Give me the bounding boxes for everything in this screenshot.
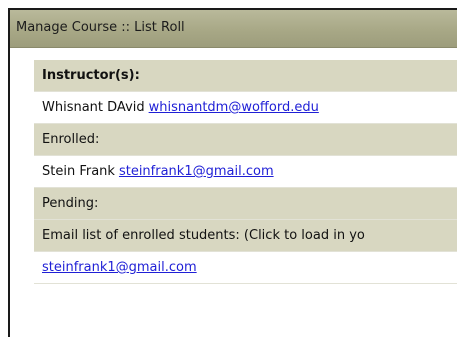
enrolled-heading: Enrolled: (34, 124, 457, 156)
instructor-email-link[interactable]: whisnantdm@wofford.edu (149, 100, 319, 115)
instructors-heading-label: Instructor(s): (42, 68, 140, 83)
instructor-name: Whisnant DAvid (42, 100, 145, 115)
manage-course-panel: Manage Course :: List Roll Instructor(s)… (8, 8, 457, 337)
enrolled-heading-label: Enrolled: (42, 132, 100, 147)
email-list-heading: Email list of enrolled students: (Click … (34, 220, 457, 252)
email-list-heading-label: Email list of enrolled students: (Click … (42, 228, 365, 243)
email-list-link[interactable]: steinfrank1@gmail.com (42, 260, 197, 275)
student-email-link[interactable]: steinfrank1@gmail.com (119, 164, 274, 179)
instructor-row: Whisnant DAvid whisnantdm@wofford.edu (34, 92, 457, 124)
enrolled-student-row: Stein Frank steinfrank1@gmail.com (34, 156, 457, 188)
student-name: Stein Frank (42, 164, 115, 179)
email-list-row: steinfrank1@gmail.com (34, 252, 457, 284)
title-bar: Manage Course :: List Roll (10, 10, 457, 48)
course-roll-list: Instructor(s): Whisnant DAvid whisnantdm@… (34, 60, 457, 284)
pending-heading: Pending: (34, 188, 457, 220)
panel-title: Manage Course :: List Roll (16, 20, 185, 35)
pending-heading-label: Pending: (42, 196, 99, 211)
instructors-heading: Instructor(s): (34, 60, 457, 92)
